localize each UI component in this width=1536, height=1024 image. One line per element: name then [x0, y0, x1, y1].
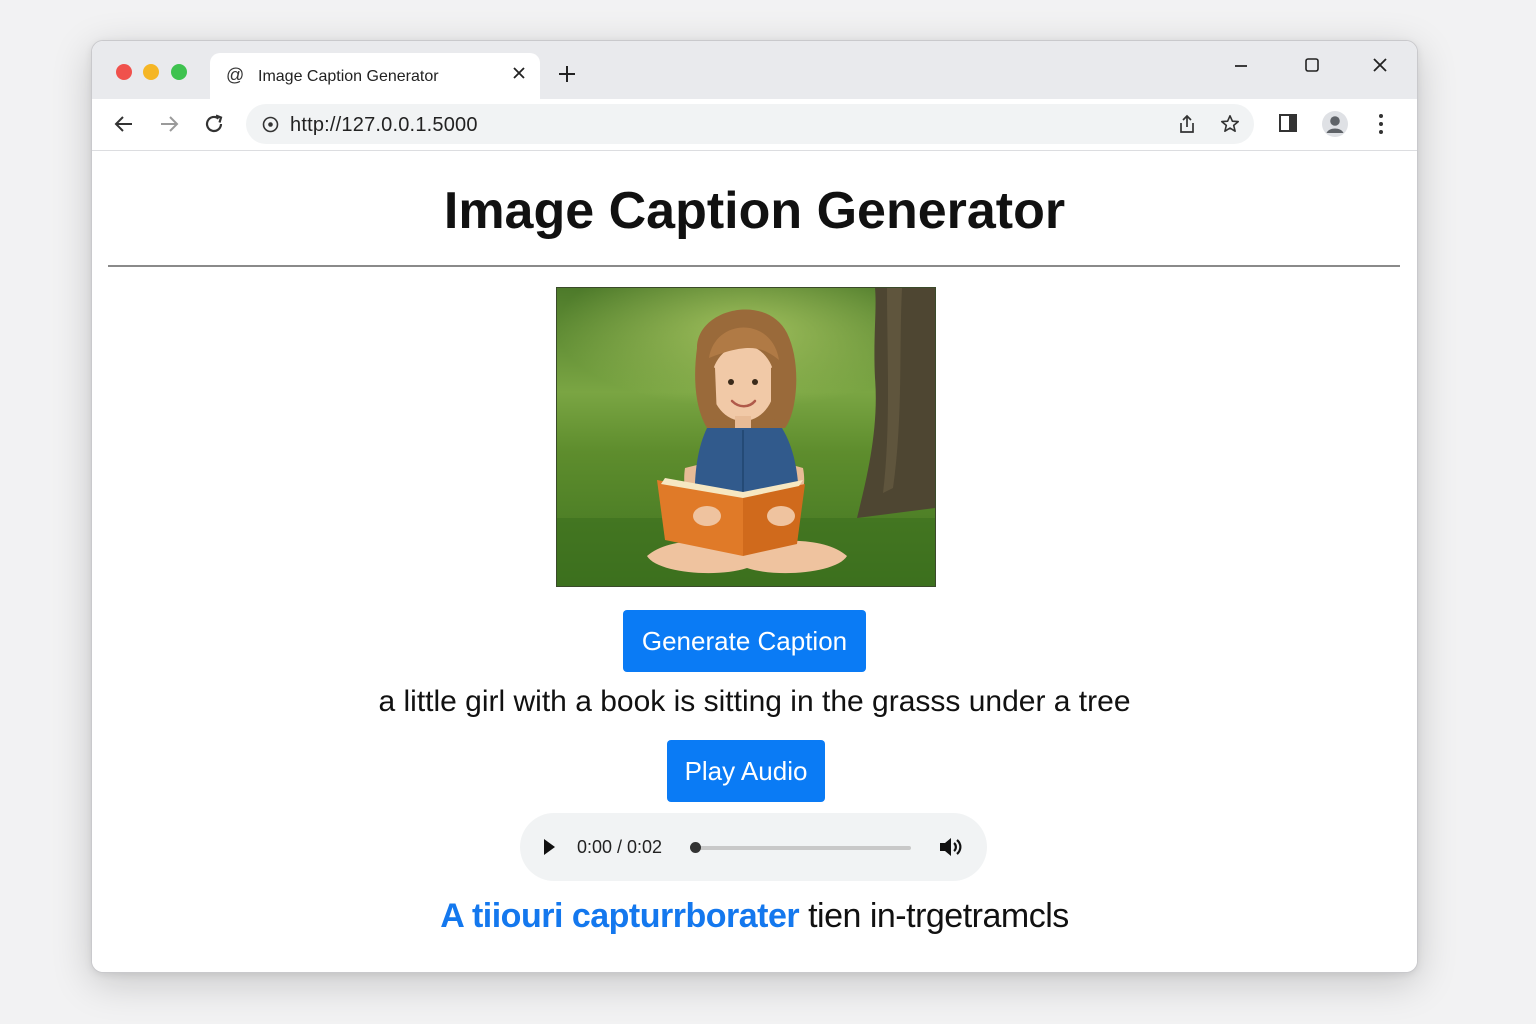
girl-reading-book-illustration	[557, 288, 935, 586]
profile-avatar-icon[interactable]	[1321, 110, 1349, 143]
audio-player: 0:00 / 0:02	[520, 813, 987, 881]
page-title: Image Caption Generator	[443, 182, 1066, 240]
footer-plain-text: tien in-trgetramcls	[799, 897, 1069, 935]
tab-title: Image Caption Generator	[258, 68, 439, 85]
new-tab-icon[interactable]	[558, 65, 576, 88]
uploaded-image	[556, 287, 936, 587]
minimize-icon[interactable]	[1233, 57, 1249, 78]
footer-text: A tiiouri capturrborater tien in-trgetra…	[92, 897, 1417, 936]
share-icon[interactable]	[1177, 114, 1197, 139]
address-bar[interactable]: http://127.0.0.1.5000	[246, 104, 1254, 144]
horizontal-rule	[108, 265, 1400, 267]
reload-icon[interactable]	[202, 112, 226, 141]
minimize-window-dot[interactable]	[143, 64, 159, 80]
back-arrow-icon[interactable]	[112, 112, 136, 141]
audio-time-display: 0:00 / 0:02	[577, 837, 663, 857]
maximize-window-dot[interactable]	[171, 64, 187, 80]
audio-progress-track[interactable]	[695, 846, 911, 850]
browser-toolbar: http://127.0.0.1.5000	[92, 99, 1417, 151]
maximize-icon[interactable]	[1304, 57, 1320, 78]
generate-caption-button[interactable]: Generate Caption	[623, 610, 866, 672]
at-sign-icon: @	[226, 65, 245, 85]
forward-arrow-icon[interactable]	[157, 112, 181, 141]
browser-window: @ Image Caption Generator http://127.0.0…	[91, 40, 1418, 973]
audio-progress-thumb[interactable]	[690, 842, 701, 853]
close-tab-icon[interactable]	[512, 66, 526, 85]
volume-icon[interactable]	[938, 835, 964, 864]
kebab-menu-icon[interactable]	[1377, 113, 1385, 140]
close-icon[interactable]	[1372, 57, 1388, 78]
play-icon[interactable]	[542, 838, 556, 861]
tab-strip: @ Image Caption Generator	[92, 41, 1417, 99]
side-panel-icon[interactable]	[1278, 113, 1298, 138]
site-info-icon[interactable]	[262, 116, 279, 138]
close-window-dot[interactable]	[116, 64, 132, 80]
bookmark-star-icon[interactable]	[1220, 114, 1240, 139]
page-content: Image Caption Generator Generate Caption…	[92, 151, 1417, 972]
url-text: http://127.0.0.1.5000	[290, 114, 478, 136]
generated-caption: a little girl with a book is sitting in …	[378, 685, 1131, 718]
play-audio-button[interactable]: Play Audio	[667, 740, 825, 802]
active-tab[interactable]: @ Image Caption Generator	[210, 53, 540, 99]
footer-link[interactable]: A tiiouri capturrborater	[440, 897, 799, 935]
